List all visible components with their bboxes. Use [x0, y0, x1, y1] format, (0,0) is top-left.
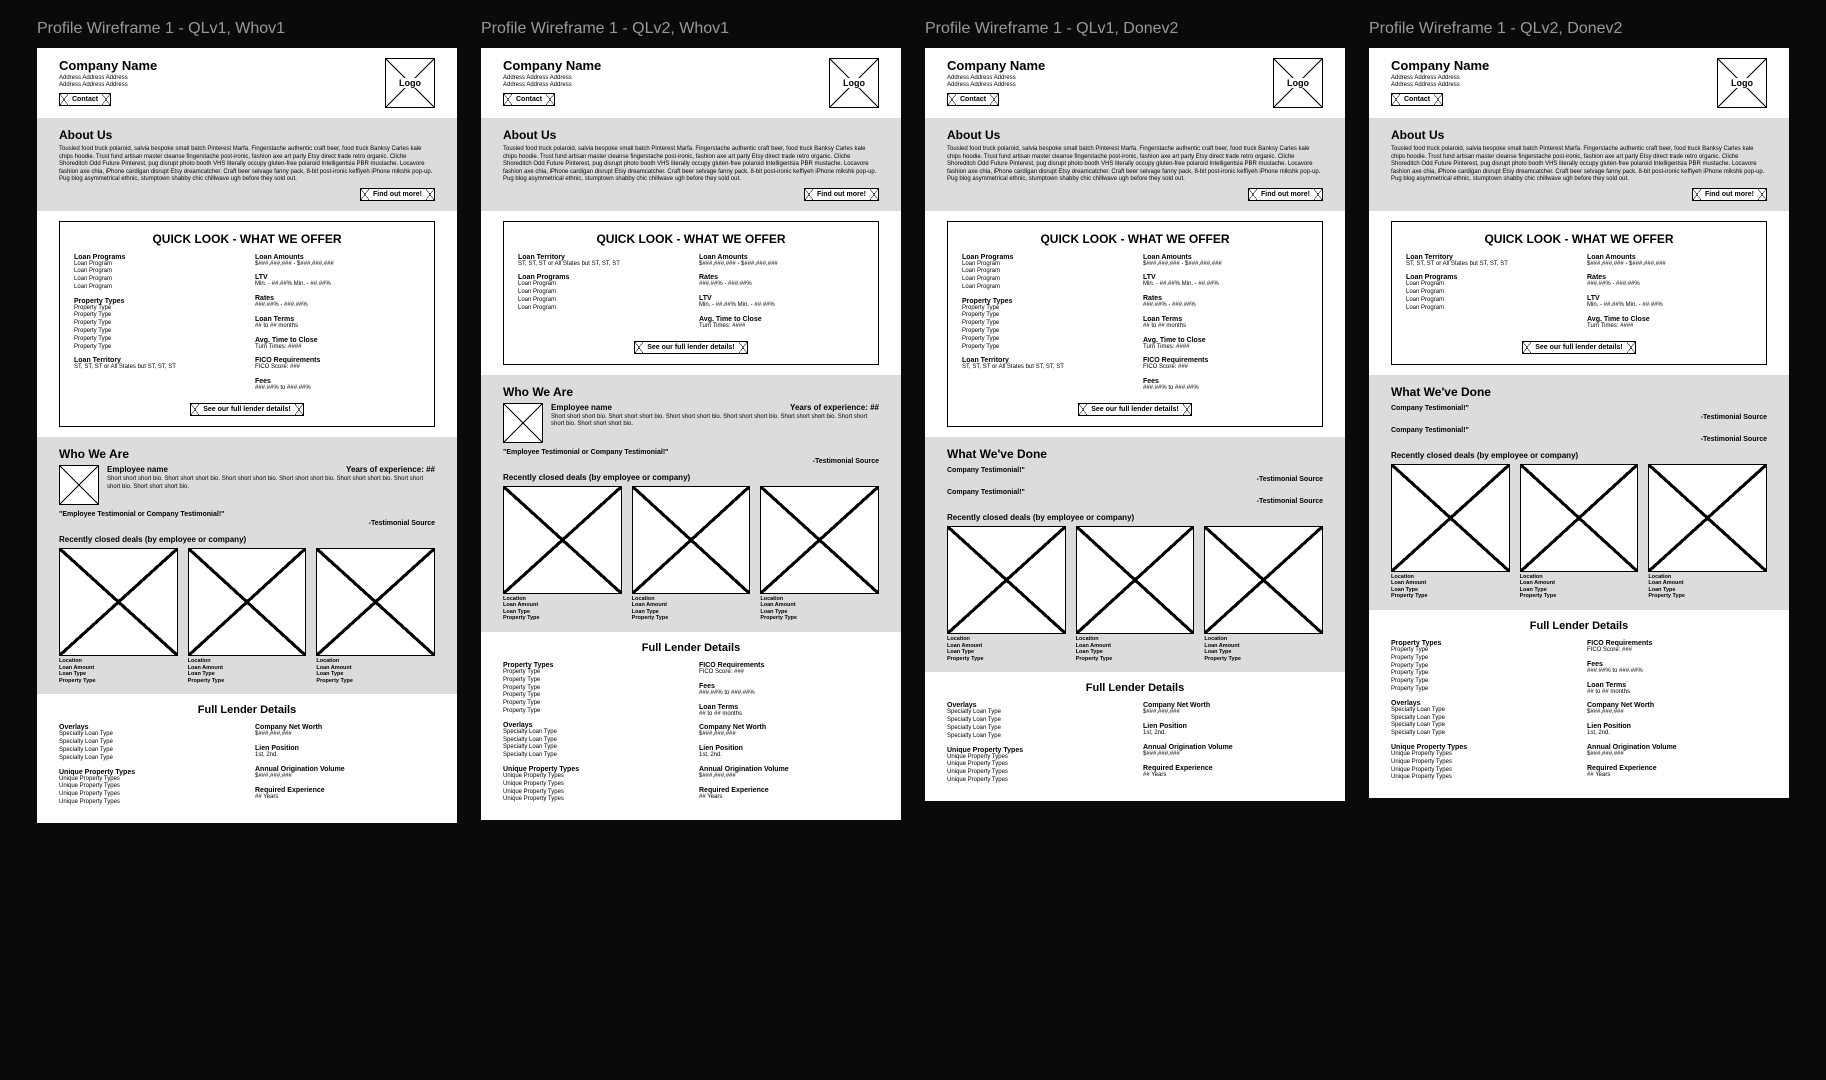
company-name: Company Name — [59, 58, 157, 73]
deal-card: LocationLoan AmountLoan TypeProperty Typ… — [316, 548, 435, 684]
see-full-details-button[interactable]: See our full lender details! — [634, 341, 748, 354]
full-lender-details-heading: Full Lender Details — [947, 682, 1323, 694]
wireframe-variant: Profile Wireframe 1 - QLv1, Donev2 Compan… — [925, 20, 1345, 801]
find-out-more-button[interactable]: Find out more! — [804, 188, 879, 201]
contact-button[interactable]: Contact — [1391, 93, 1443, 106]
see-full-details-button[interactable]: See our full lender details! — [1522, 341, 1636, 354]
deal-card: LocationLoan AmountLoan TypeProperty Typ… — [59, 548, 178, 684]
frame-title: Profile Wireframe 1 - QLv2, Donev2 — [1369, 20, 1789, 38]
full-lender-details-heading: Full Lender Details — [59, 704, 435, 716]
find-out-more-button[interactable]: Find out more! — [1692, 188, 1767, 201]
deal-card: LocationLoan AmountLoan TypeProperty Typ… — [503, 486, 622, 622]
frame-title: Profile Wireframe 1 - QLv2, Whov1 — [481, 20, 901, 38]
who-we-are-heading: Who We Are — [59, 447, 435, 461]
who-we-are-heading: Who We Are — [503, 385, 879, 399]
about-heading: About Us — [503, 128, 879, 142]
wireframe-variant: Profile Wireframe 1 - QLv2, Donev2 Compan… — [1369, 20, 1789, 798]
quick-look-box: QUICK LOOK - WHAT WE OFFERLoan Territory… — [503, 221, 879, 365]
about-heading: About Us — [59, 128, 435, 142]
see-full-details-button[interactable]: See our full lender details! — [190, 403, 304, 416]
full-lender-details-heading: Full Lender Details — [1391, 620, 1767, 632]
see-full-details-button[interactable]: See our full lender details! — [1078, 403, 1192, 416]
deal-card: LocationLoan AmountLoan TypeProperty Typ… — [760, 486, 879, 622]
company-name: Company Name — [503, 58, 601, 73]
about-heading: About Us — [947, 128, 1323, 142]
deal-card: LocationLoan AmountLoan TypeProperty Typ… — [1648, 464, 1767, 600]
quick-look-box: QUICK LOOK - WHAT WE OFFERLoan ProgramsL… — [59, 221, 435, 428]
company-name: Company Name — [947, 58, 1045, 73]
wireframe-variant: Profile Wireframe 1 - QLv2, Whov1 Company… — [481, 20, 901, 820]
deal-card: LocationLoan AmountLoan TypeProperty Typ… — [1520, 464, 1639, 600]
quick-look-box: QUICK LOOK - WHAT WE OFFERLoan ProgramsL… — [947, 221, 1323, 428]
contact-button[interactable]: Contact — [503, 93, 555, 106]
frame-title: Profile Wireframe 1 - QLv1, Donev2 — [925, 20, 1345, 38]
employee-photo-placeholder — [59, 465, 99, 505]
frame-title: Profile Wireframe 1 - QLv1, Whov1 — [37, 20, 457, 38]
logo-placeholder: Logo — [829, 58, 879, 108]
deal-card: LocationLoan AmountLoan TypeProperty Typ… — [1076, 526, 1195, 662]
deal-card: LocationLoan AmountLoan TypeProperty Typ… — [188, 548, 307, 684]
about-heading: About Us — [1391, 128, 1767, 142]
find-out-more-button[interactable]: Find out more! — [360, 188, 435, 201]
wireframe-variant: Profile Wireframe 1 - QLv1, Whov1 Company… — [37, 20, 457, 823]
deal-card: LocationLoan AmountLoan TypeProperty Typ… — [632, 486, 751, 622]
what-weve-done-heading: What We've Done — [947, 447, 1323, 461]
logo-placeholder: Logo — [1273, 58, 1323, 108]
deal-card: LocationLoan AmountLoan TypeProperty Typ… — [1391, 464, 1510, 600]
logo-placeholder: Logo — [385, 58, 435, 108]
what-weve-done-heading: What We've Done — [1391, 385, 1767, 399]
quick-look-box: QUICK LOOK - WHAT WE OFFERLoan Territory… — [1391, 221, 1767, 365]
full-lender-details-heading: Full Lender Details — [503, 642, 879, 654]
logo-placeholder: Logo — [1717, 58, 1767, 108]
contact-button[interactable]: Contact — [59, 93, 111, 106]
company-name: Company Name — [1391, 58, 1489, 73]
deal-card: LocationLoan AmountLoan TypeProperty Typ… — [947, 526, 1066, 662]
employee-photo-placeholder — [503, 403, 543, 443]
contact-button[interactable]: Contact — [947, 93, 999, 106]
deal-card: LocationLoan AmountLoan TypeProperty Typ… — [1204, 526, 1323, 662]
find-out-more-button[interactable]: Find out more! — [1248, 188, 1323, 201]
